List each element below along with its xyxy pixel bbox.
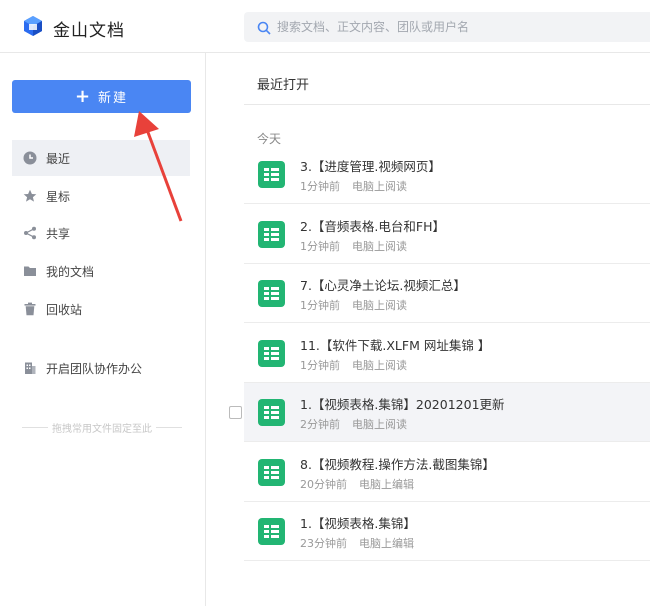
share-icon xyxy=(23,226,37,240)
team-collaboration-label: 开启团队协作办公 xyxy=(46,361,143,376)
trash-icon xyxy=(23,302,37,316)
brand-name[interactable]: 金山文档 xyxy=(53,16,125,41)
file-source: 电脑上阅读 xyxy=(352,358,407,372)
spreadsheet-file-icon xyxy=(258,339,285,367)
sidebar-item-label: 回收站 xyxy=(46,302,83,317)
spreadsheet-file-icon xyxy=(258,518,285,545)
file-meta: 1分钟前 电脑上阅读 xyxy=(300,178,407,194)
new-button-label: 新建 xyxy=(98,91,129,106)
kdocs-logo-icon[interactable] xyxy=(22,15,44,37)
file-time: 1分钟前 xyxy=(300,239,340,253)
folder-icon xyxy=(23,264,37,278)
file-source: 电脑上阅读 xyxy=(352,180,407,193)
spreadsheet-file-icon xyxy=(258,458,285,486)
file-name[interactable]: 1.【视频表格.集锦】20201201更新 xyxy=(300,394,505,413)
sidebar-item-recycle-bin[interactable]: 回收站 xyxy=(12,291,190,327)
file-source: 电脑上阅读 xyxy=(352,239,407,253)
divider xyxy=(156,427,182,428)
new-button[interactable]: + 新建 xyxy=(12,80,191,113)
spreadsheet-file-icon xyxy=(258,399,285,426)
building-icon xyxy=(23,361,37,375)
main-content: 最近打开 今天 3.【进度管理.视频网页】 1分钟前 电脑上阅读 2.【音频表格.电台… xyxy=(207,53,650,606)
spreadsheet-file-icon xyxy=(258,161,285,188)
file-source: 电脑上阅读 xyxy=(352,418,407,431)
file-row[interactable]: 3.【进度管理.视频网页】 1分钟前 电脑上阅读 xyxy=(244,145,650,204)
sidebar-item-label: 星标 xyxy=(46,189,71,204)
sidebar-item-starred[interactable]: 星标 xyxy=(12,178,190,214)
file-meta: 1分钟前 电脑上阅读 xyxy=(300,357,407,373)
file-time: 20分钟前 xyxy=(300,477,347,491)
spreadsheet-file-icon xyxy=(258,280,285,307)
top-bar: 金山文档 搜索文档、正文内容、团队或用户名 xyxy=(0,0,650,53)
file-row[interactable]: 7.【心灵净土论坛.视频汇总】 1分钟前 电脑上阅读 xyxy=(244,264,650,323)
file-time: 23分钟前 xyxy=(300,537,347,550)
sidebar-item-label: 共享 xyxy=(46,226,71,241)
file-source: 电脑上编辑 xyxy=(359,537,414,550)
file-time: 1分钟前 xyxy=(300,358,340,372)
row-checkbox[interactable] xyxy=(229,406,242,419)
section-title: 最近打开 xyxy=(257,78,310,93)
file-row[interactable]: 8.【视频教程.操作方法.截图集锦】 20分钟前 电脑上编辑 xyxy=(244,443,650,502)
sidebar-item-label: 最近 xyxy=(46,151,71,166)
file-name[interactable]: 2.【音频表格.电台和FH】 xyxy=(300,216,445,235)
team-collaboration-link[interactable]: 开启团队协作办公 xyxy=(12,350,190,386)
file-meta: 1分钟前 电脑上阅读 xyxy=(300,238,407,254)
file-meta: 1分钟前 电脑上阅读 xyxy=(300,297,407,313)
search-placeholder: 搜索文档、正文内容、团队或用户名 xyxy=(277,20,470,34)
file-row[interactable]: 1.【视频表格.集锦】 23分钟前 电脑上编辑 xyxy=(244,502,650,561)
sidebar-item-shared[interactable]: 共享 xyxy=(12,215,190,251)
sidebar: + 新建 最近 星标 共享 我的文档 回收站 开启团队协作办公 拖拽常用文件固定… xyxy=(0,53,206,606)
sidebar-item-recent[interactable]: 最近 xyxy=(12,140,190,176)
file-meta: 2分钟前 电脑上阅读 xyxy=(300,416,407,432)
plus-icon: + xyxy=(74,86,93,107)
divider xyxy=(22,427,48,428)
search-icon xyxy=(257,20,271,35)
clock-icon xyxy=(23,151,37,165)
sidebar-item-my-documents[interactable]: 我的文档 xyxy=(12,253,190,289)
star-icon xyxy=(23,189,37,203)
file-name[interactable]: 7.【心灵净土论坛.视频汇总】 xyxy=(300,275,466,294)
file-row[interactable]: 11.【软件下载.XLFM 网址集锦 】 1分钟前 电脑上阅读 xyxy=(244,324,650,383)
file-source: 电脑上阅读 xyxy=(352,299,407,312)
search-input[interactable]: 搜索文档、正文内容、团队或用户名 xyxy=(244,12,650,42)
pin-dropzone[interactable]: 拖拽常用文件固定至此 xyxy=(22,420,182,435)
file-time: 2分钟前 xyxy=(300,418,340,431)
file-time: 1分钟前 xyxy=(300,299,340,312)
file-name[interactable]: 3.【进度管理.视频网页】 xyxy=(300,156,441,175)
file-name[interactable]: 1.【视频表格.集锦】 xyxy=(300,513,416,532)
divider xyxy=(244,104,650,105)
file-name[interactable]: 8.【视频教程.操作方法.截图集锦】 xyxy=(300,454,495,473)
file-time: 1分钟前 xyxy=(300,180,340,193)
spreadsheet-file-icon xyxy=(258,220,285,248)
file-row[interactable]: 1.【视频表格.集锦】20201201更新 2分钟前 电脑上阅读 xyxy=(229,383,650,442)
file-meta: 23分钟前 电脑上编辑 xyxy=(300,535,414,551)
pin-hint-text: 拖拽常用文件固定至此 xyxy=(52,424,152,435)
file-row[interactable]: 2.【音频表格.电台和FH】 1分钟前 电脑上阅读 xyxy=(244,205,650,264)
file-meta: 20分钟前 电脑上编辑 xyxy=(300,476,414,492)
sidebar-item-label: 我的文档 xyxy=(46,264,95,279)
file-source: 电脑上编辑 xyxy=(359,477,414,491)
file-name[interactable]: 11.【软件下载.XLFM 网址集锦 】 xyxy=(300,335,490,354)
